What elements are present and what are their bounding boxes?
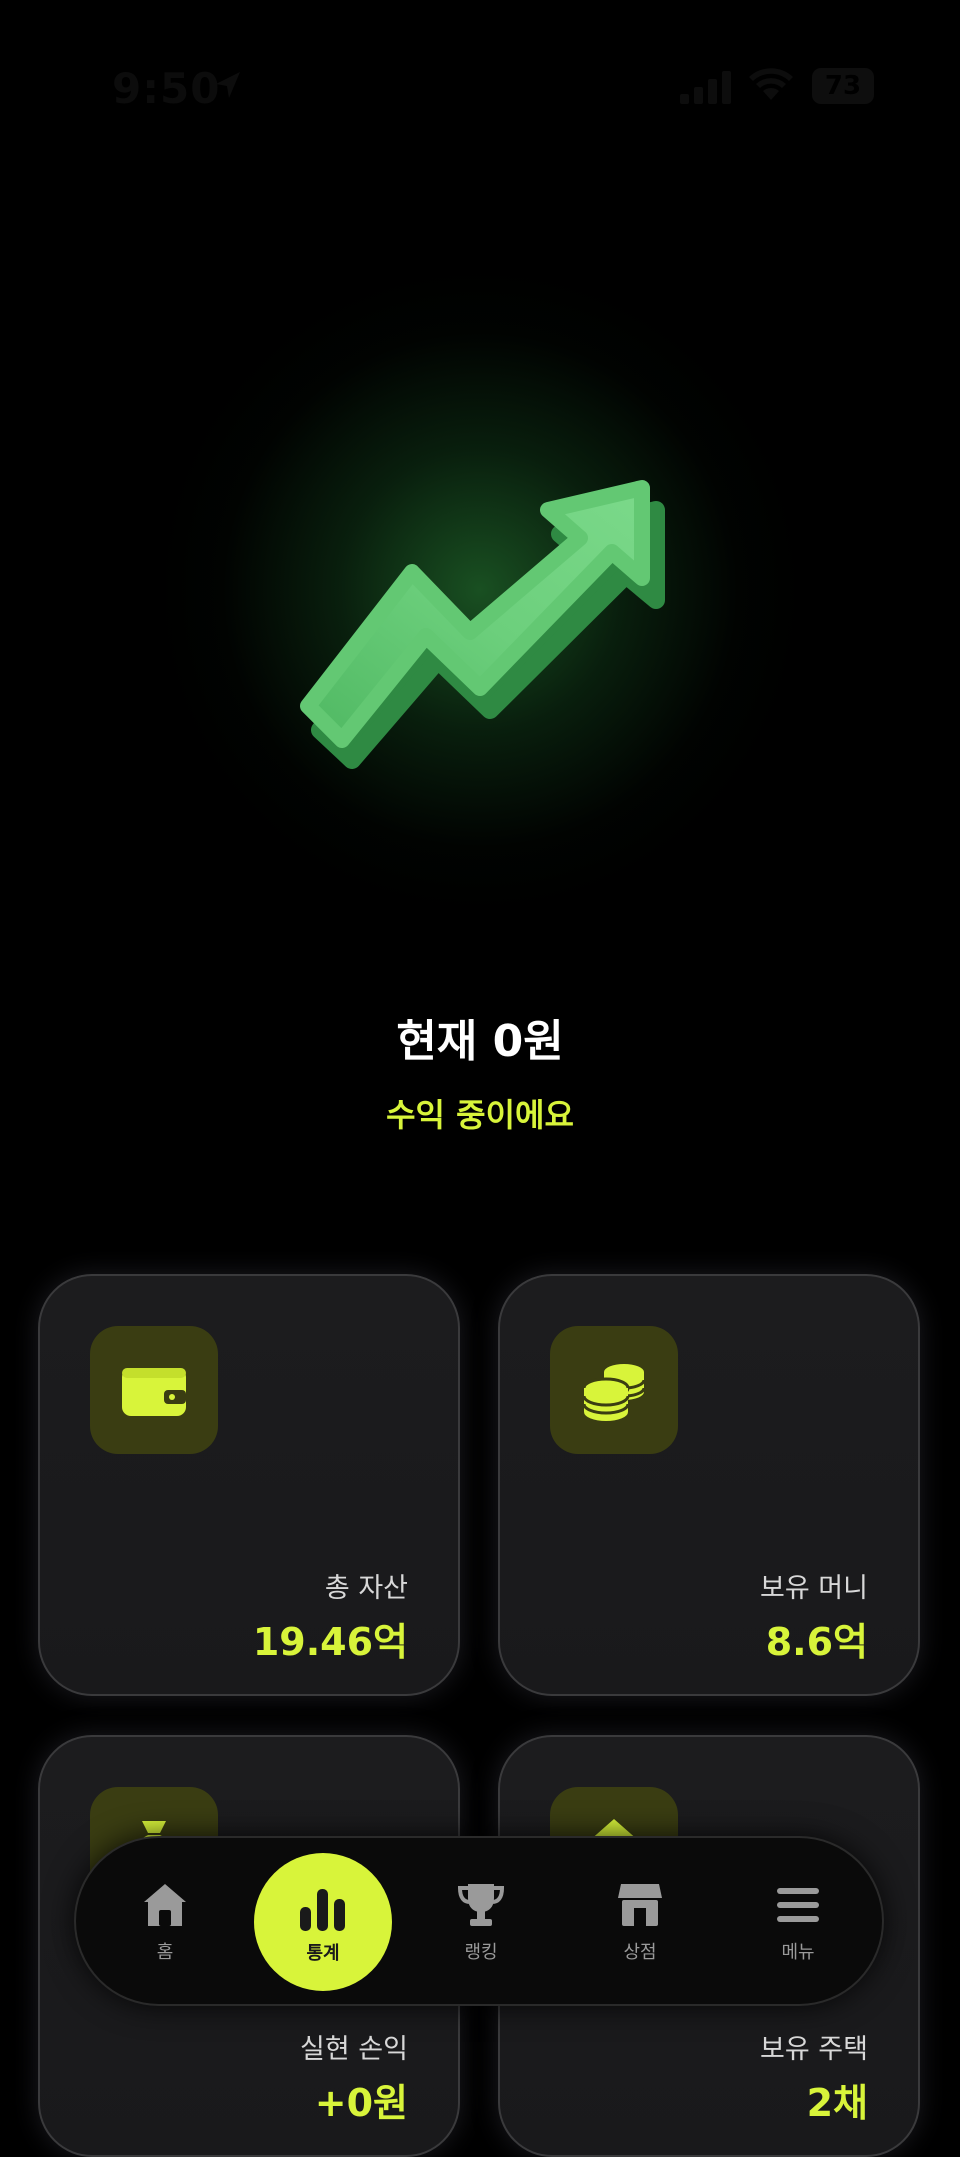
card-value: 2채 — [806, 2081, 868, 2125]
card-value: 19.46억 — [252, 1620, 408, 1664]
tab-stats[interactable]: 통계 — [254, 1853, 392, 1991]
home-icon — [144, 1884, 186, 1926]
tab-label: 통계 — [306, 1943, 340, 1964]
coins-icon — [582, 1364, 646, 1421]
tab-ranking[interactable]: 랭킹 — [421, 1838, 541, 2008]
trend-up-arrow-icon — [300, 480, 665, 769]
menu-icon — [777, 1888, 819, 1922]
battery-icon: 73 — [812, 68, 874, 104]
signal-icon — [680, 71, 731, 104]
tab-home[interactable]: 홈 — [105, 1838, 225, 2008]
tab-label: 상점 — [623, 1942, 657, 1963]
tab-label: 랭킹 — [464, 1942, 498, 1963]
card-value: 8.6억 — [765, 1620, 868, 1664]
tab-label: 홈 — [156, 1942, 174, 1963]
tab-menu[interactable]: 메뉴 — [738, 1838, 858, 2008]
hero-subtitle: 수익 중이에요 — [386, 1096, 574, 1134]
hero-title: 현재 0원 — [396, 1016, 564, 1067]
battery-level: 73 — [824, 71, 862, 101]
card-total-assets[interactable]: 총 자산 19.46억 — [38, 1274, 460, 1696]
status-bar: 9:50 73 — [0, 0, 960, 150]
store-icon — [618, 1884, 662, 1926]
wallet-icon — [122, 1368, 186, 1416]
tab-label: 메뉴 — [781, 1942, 815, 1963]
status-time: 9:50 — [112, 64, 221, 113]
card-label: 보유 주택 — [760, 2034, 868, 2065]
bottom-tab-bar: 홈 통계 랭킹 상점 메뉴 — [74, 1836, 884, 2006]
wifi-icon — [749, 68, 793, 100]
trophy-icon — [458, 1884, 504, 1926]
card-label: 총 자산 — [324, 1573, 408, 1604]
card-label: 실현 손익 — [300, 2034, 408, 2065]
tab-store[interactable]: 상점 — [580, 1838, 700, 2008]
card-icon-box — [90, 1326, 218, 1454]
card-icon-box — [550, 1326, 678, 1454]
card-value: +0원 — [314, 2081, 408, 2125]
location-arrow-icon — [216, 72, 240, 98]
card-holding-money[interactable]: 보유 머니 8.6억 — [498, 1274, 920, 1696]
bar-chart-icon — [300, 1889, 345, 1931]
card-label: 보유 머니 — [760, 1573, 868, 1604]
